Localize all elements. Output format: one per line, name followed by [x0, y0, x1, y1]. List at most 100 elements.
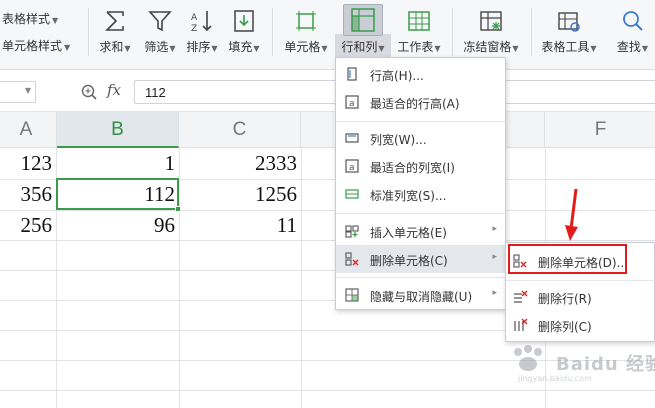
filter-button[interactable]: 筛选▼ — [138, 0, 182, 62]
chevron-down-icon: ▼ — [641, 44, 649, 53]
svg-text:Z: Z — [191, 24, 197, 34]
freeze-panes-button[interactable]: 冻结窗格▼ — [458, 0, 524, 62]
column-header-f[interactable]: F — [545, 112, 655, 148]
menu-item-label: 最适合的行高(A) — [370, 97, 460, 111]
chevron-down-icon: ▼ — [253, 44, 260, 53]
row-height-icon — [344, 66, 360, 82]
ribbon-divider — [531, 8, 532, 56]
sort-icon: AZ — [188, 8, 216, 34]
chevron-right-icon: ▸ — [492, 288, 497, 298]
menu-item-label: 插入单元格(E) — [370, 226, 447, 240]
fill-button[interactable]: 填充▼ — [222, 0, 266, 62]
delete-cells-icon — [344, 251, 360, 267]
cell-icon — [292, 8, 320, 34]
fill-handle[interactable] — [175, 206, 181, 212]
filter-label: 筛选 — [144, 40, 169, 54]
baidu-watermark: Baidu 经验 jingyan.baidu.com — [508, 344, 655, 384]
column-header-c[interactable]: C — [179, 112, 301, 148]
menu-item-autofit-row-height[interactable]: a 最适合的行高(A) — [336, 88, 505, 116]
chevron-right-icon: ▸ — [492, 224, 497, 234]
ribbon-divider — [452, 8, 453, 56]
chevron-down-icon: ▼ — [590, 44, 597, 53]
svg-text:a: a — [349, 163, 355, 173]
sort-label: 排序 — [186, 40, 211, 54]
menu-item-delete-cells[interactable]: 删除单元格(C) ▸ — [336, 245, 505, 273]
ribbon-divider — [272, 8, 273, 56]
formula-bar: ▼ fx 112 — [0, 70, 655, 112]
menu-divider — [336, 277, 505, 278]
chevron-down-icon: ▼ — [434, 44, 441, 53]
menu-item-label: 列宽(W)... — [370, 133, 427, 147]
cell-style-label: 单元格样式 — [2, 39, 63, 53]
search-button[interactable]: 查找▼ — [610, 0, 655, 62]
rows-columns-button[interactable]: 行和列▼ — [335, 0, 391, 62]
filter-icon — [146, 8, 174, 34]
submenu-item-delete-row[interactable]: 删除行(R) — [506, 283, 655, 311]
fill-label: 填充 — [228, 40, 253, 54]
delete-column-icon — [512, 317, 528, 333]
cell-b3[interactable]: 96 — [57, 210, 179, 241]
cell-a3[interactable]: 256 — [0, 210, 56, 241]
ribbon-divider — [88, 8, 89, 56]
worksheet-icon — [405, 8, 433, 34]
name-box[interactable]: ▼ — [0, 81, 36, 103]
active-cell-selection[interactable] — [56, 178, 181, 212]
autofit-column-icon: a — [344, 158, 360, 174]
menu-item-label: 标准列宽(S)... — [370, 189, 447, 203]
hide-unhide-icon — [344, 287, 360, 303]
cell-style-button[interactable]: 单元格样式 ▼ — [2, 37, 70, 54]
cell-b1[interactable]: 1 — [57, 148, 179, 179]
menu-item-column-width[interactable]: 列宽(W)... — [336, 124, 505, 152]
red-arrow-icon — [562, 187, 582, 243]
menu-item-row-height[interactable]: 行高(H)... — [336, 60, 505, 88]
baidu-paw-icon — [514, 345, 542, 371]
style-group: 表格样式 ▼ 单元格样式 ▼ — [0, 0, 88, 70]
submenu-item-label: 删除行(R) — [538, 292, 592, 306]
column-header-a[interactable]: A — [0, 112, 57, 148]
standard-width-icon — [344, 186, 360, 202]
menu-item-hide-unhide[interactable]: 隐藏与取消隐藏(U) ▸ — [336, 281, 505, 309]
column-width-icon — [344, 130, 360, 146]
menu-item-standard-width[interactable]: 标准列宽(S)... — [336, 180, 505, 208]
menu-item-label: 行高(H)... — [370, 69, 424, 83]
table-style-label: 表格样式 — [2, 12, 51, 26]
watermark-subtext: jingyan.baidu.com — [518, 374, 592, 383]
chevron-down-icon: ▼ — [52, 16, 59, 25]
search-label: 查找 — [616, 40, 641, 54]
insert-cells-icon — [344, 223, 360, 239]
menu-divider — [336, 213, 505, 214]
grid-line — [0, 390, 655, 391]
sum-icon — [101, 8, 129, 34]
zoom-icon[interactable] — [80, 83, 98, 101]
autofit-row-icon: a — [344, 94, 360, 110]
cell-a1[interactable]: 123 — [0, 148, 56, 179]
cell-c3[interactable]: 11 — [179, 210, 301, 241]
menu-item-autofit-column-width[interactable]: a 最适合的列宽(I) — [336, 152, 505, 180]
ribbon-toolbar: 表格样式 ▼ 单元格样式 ▼ 求和▼ 筛选▼ AZ 排序▼ 填充▼ 单元格▼ 行… — [0, 0, 655, 70]
table-style-button[interactable]: 表格样式 ▼ — [2, 10, 58, 27]
search-icon — [619, 8, 647, 34]
table-tools-icon — [555, 8, 583, 34]
menu-divider — [506, 280, 655, 281]
svg-text:A: A — [191, 13, 198, 23]
rows-columns-label: 行和列 — [341, 40, 378, 54]
sort-button[interactable]: AZ 排序▼ — [182, 0, 222, 62]
sum-button[interactable]: 求和▼ — [92, 0, 138, 62]
cell-c2[interactable]: 1256 — [179, 179, 301, 210]
cell-c1[interactable]: 2333 — [179, 148, 301, 179]
cell-button[interactable]: 单元格▼ — [280, 0, 332, 62]
worksheet-button[interactable]: 工作表▼ — [393, 0, 445, 62]
chevron-down-icon: ▼ — [24, 86, 31, 95]
cell-a2[interactable]: 356 — [0, 179, 56, 210]
fill-icon — [230, 8, 258, 34]
submenu-item-delete-column[interactable]: 删除列(C) — [506, 311, 655, 339]
column-header-b[interactable]: B — [57, 112, 179, 148]
worksheet-label: 工作表 — [397, 40, 434, 54]
fx-icon[interactable]: fx — [107, 81, 121, 99]
chevron-down-icon: ▼ — [321, 44, 328, 53]
menu-item-insert-cells[interactable]: 插入单元格(E) ▸ — [336, 217, 505, 245]
menu-item-label: 删除单元格(C) — [370, 254, 448, 268]
cell-label: 单元格 — [284, 40, 321, 54]
table-tools-button[interactable]: 表格工具▼ — [537, 0, 601, 62]
watermark-text: Baidu 经验 — [556, 354, 655, 375]
